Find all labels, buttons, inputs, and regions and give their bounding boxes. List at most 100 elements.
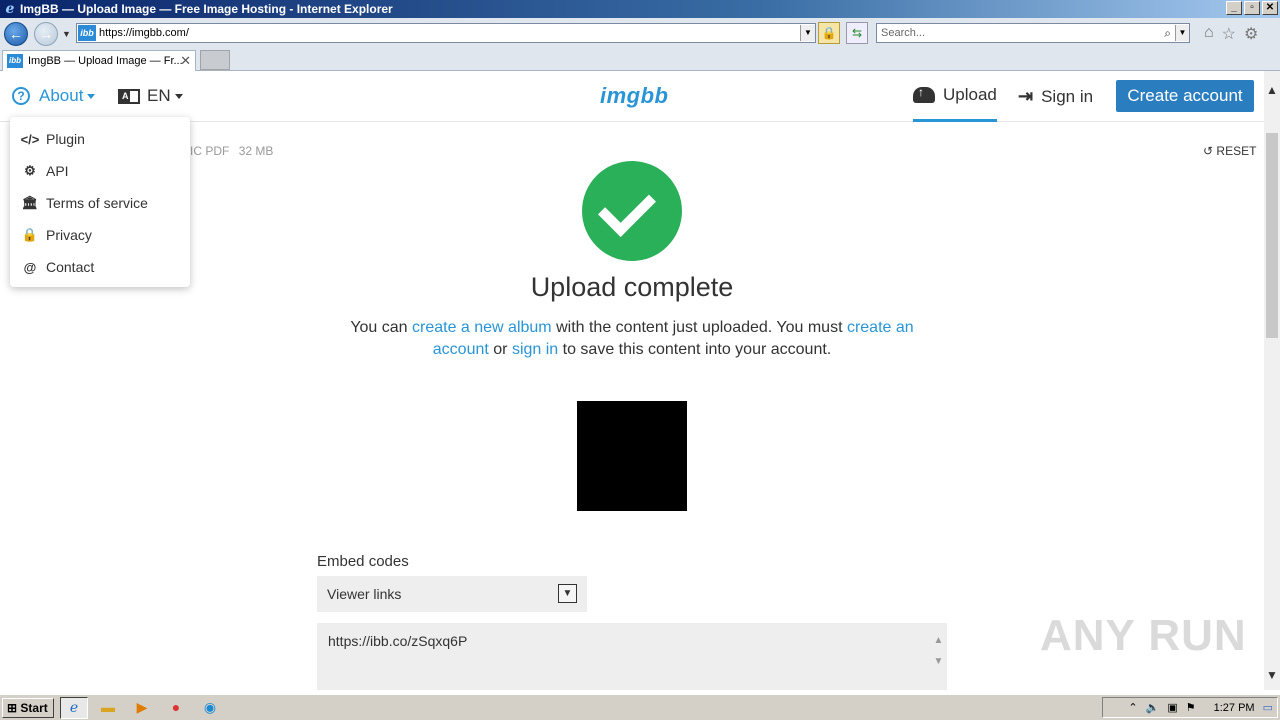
about-menu-button[interactable]: ? About — [12, 86, 96, 106]
menu-item-terms[interactable]: 🏛 Terms of service — [10, 187, 190, 219]
windows-flag-icon: ⊞ — [7, 700, 18, 715]
search-placeholder: Search... — [881, 27, 926, 39]
back-button[interactable]: ← — [4, 21, 28, 46]
web-page: ? About A EN imgbb Upload ⇥ Sign in Crea… — [0, 71, 1264, 690]
tab-title: ImgBB — Upload Image — Fr... — [28, 55, 183, 67]
lock-icon[interactable]: 🔒 — [818, 22, 840, 44]
tab-favicon: ibb — [7, 54, 23, 68]
tools-gear-icon[interactable]: ⚙ — [1244, 24, 1258, 44]
start-button[interactable]: ⊞ Start — [2, 697, 54, 718]
lock-icon: 🔒 — [21, 227, 39, 242]
tab-close-icon[interactable]: ✕ — [180, 53, 191, 69]
reset-icon: ↺ — [1203, 144, 1214, 158]
sign-in-link[interactable]: sign in — [512, 341, 558, 358]
menu-item-plugin[interactable]: </> Plugin — [10, 123, 190, 155]
file-size-limit: 32 MB — [238, 144, 274, 158]
browser-toolbar-icons: ⌂ ☆ ⚙ — [1204, 24, 1258, 44]
scroll-down-icon[interactable]: ▼ — [930, 656, 947, 667]
caret-down-icon — [174, 93, 183, 99]
uploaded-image-thumbnail[interactable] — [577, 401, 687, 511]
tab-bar: ibb ImgBB — Upload Image — Fr... ✕ — [0, 49, 1280, 71]
history-dropdown-icon[interactable]: ▼ — [62, 29, 71, 39]
system-tray: ⌃ 🔈 ▣ ⚑ 1:27 PM ▭ — [1102, 697, 1278, 718]
about-dropdown-menu: </> Plugin ⚙ API 🏛 Terms of service 🔒 Pr… — [10, 117, 190, 287]
forward-button[interactable]: → — [34, 21, 58, 46]
page-scrollbar[interactable]: ▲ ▼ — [1264, 71, 1280, 690]
scroll-up-icon[interactable]: ▲ — [930, 635, 947, 646]
desc-text: You can — [350, 319, 412, 336]
menu-item-label: Terms of service — [46, 195, 148, 211]
network-icon[interactable]: ▣ — [1167, 701, 1177, 714]
embed-codes-label: Embed codes — [317, 553, 409, 570]
site-header: ? About A EN imgbb Upload ⇥ Sign in Crea… — [0, 71, 1264, 122]
scroll-down-icon[interactable]: ▼ — [1264, 668, 1280, 682]
file-types: IC PDF — [190, 144, 230, 158]
desc-text: with the content just uploaded. You must — [551, 319, 847, 336]
textarea-scrollbar[interactable]: ▲ ▼ — [930, 623, 947, 690]
language-icon: A — [118, 88, 140, 104]
taskbar-media-icon[interactable]: ▶ — [128, 697, 156, 719]
favorites-star-icon[interactable]: ☆ — [1222, 24, 1236, 44]
taskbar-folder-icon[interactable]: ▬ — [94, 697, 122, 719]
address-bar[interactable]: ibb https://imgbb.com/ ▼ — [76, 23, 816, 43]
embed-code-textarea[interactable]: https://ibb.co/zSqxq6P ▲ ▼ — [317, 623, 947, 690]
taskbar-edge-icon[interactable]: ◉ — [196, 697, 224, 719]
browser-toolbar: ← → ▼ ibb https://imgbb.com/ ▼ 🔒 ⇆ Searc… — [0, 18, 1280, 49]
code-icon: </> — [20, 131, 40, 147]
question-icon: ? — [12, 87, 30, 105]
ie-logo-icon: e — [5, 1, 15, 17]
restore-button[interactable]: ▫ — [1244, 1, 1260, 15]
upload-description: You can create a new album with the cont… — [332, 317, 932, 361]
caret-down-icon — [87, 93, 96, 99]
taskbar-chrome-icon[interactable]: ● — [162, 697, 190, 719]
taskbar-ie-icon[interactable]: e — [60, 696, 88, 719]
upload-nav-link[interactable]: Upload — [913, 71, 997, 122]
menu-item-contact[interactable]: @ Contact — [10, 251, 190, 283]
embed-type-value: Viewer links — [327, 586, 402, 602]
create-account-button[interactable]: Create account — [1116, 80, 1254, 112]
scroll-up-icon[interactable]: ▲ — [1264, 83, 1280, 97]
window-controls: _ ▫ ✕ — [1226, 1, 1278, 15]
browser-search-input[interactable]: Search... ⌕ ▼ — [876, 23, 1190, 43]
home-icon[interactable]: ⌂ — [1204, 24, 1214, 44]
flag-icon[interactable]: ⚑ — [1186, 701, 1196, 714]
start-label: Start — [20, 700, 48, 715]
site-favicon: ibb — [78, 25, 96, 41]
menu-item-label: Privacy — [46, 227, 92, 243]
signin-label: Sign in — [1041, 86, 1094, 106]
clock[interactable]: 1:27 PM — [1214, 702, 1255, 714]
menu-item-api[interactable]: ⚙ API — [10, 155, 190, 187]
menu-item-label: Plugin — [46, 131, 85, 147]
tray-expand-icon[interactable]: ⌃ — [1128, 701, 1137, 714]
new-tab-button[interactable] — [200, 50, 230, 70]
window-title: ImgBB — Upload Image — Free Image Hostin… — [20, 2, 393, 16]
scrollbar-thumb[interactable] — [1266, 133, 1278, 338]
embed-type-select[interactable]: Viewer links ▼ — [317, 576, 587, 612]
about-label: About — [39, 86, 84, 105]
refresh-icon[interactable]: ⇆ — [846, 22, 868, 44]
address-dropdown-icon[interactable]: ▼ — [800, 25, 815, 41]
embed-code-value[interactable]: https://ibb.co/zSqxq6P — [328, 633, 467, 649]
show-desktop-icon[interactable]: ▭ — [1263, 701, 1273, 714]
tab-imgbb[interactable]: ibb ImgBB — Upload Image — Fr... ✕ — [2, 50, 196, 71]
site-logo[interactable]: imgbb — [600, 83, 669, 109]
reset-button[interactable]: ↺ RESET — [1203, 144, 1256, 158]
search-icon[interactable]: ⌕ — [1164, 24, 1171, 42]
minimize-button[interactable]: _ — [1226, 1, 1242, 15]
create-album-link[interactable]: create a new album — [412, 319, 552, 336]
gear-icon: ⚙ — [24, 163, 36, 178]
volume-icon[interactable]: 🔈 — [1146, 701, 1160, 714]
language-selector[interactable]: A EN — [118, 86, 183, 106]
chevron-down-icon[interactable]: ▼ — [558, 584, 577, 603]
at-icon: @ — [23, 259, 37, 275]
anyrun-watermark: ANY RUN — [1040, 611, 1247, 660]
address-text[interactable]: https://imgbb.com/ — [99, 27, 189, 39]
close-window-button[interactable]: ✕ — [1262, 1, 1278, 15]
bank-icon: 🏛 — [21, 195, 39, 210]
desc-text: to save this content into your account. — [558, 341, 832, 358]
upload-label: Upload — [943, 85, 997, 104]
menu-item-label: API — [46, 163, 69, 179]
menu-item-privacy[interactable]: 🔒 Privacy — [10, 219, 190, 251]
signin-nav-link[interactable]: ⇥ Sign in — [1018, 86, 1093, 107]
search-dropdown-icon[interactable]: ▼ — [1175, 25, 1189, 41]
